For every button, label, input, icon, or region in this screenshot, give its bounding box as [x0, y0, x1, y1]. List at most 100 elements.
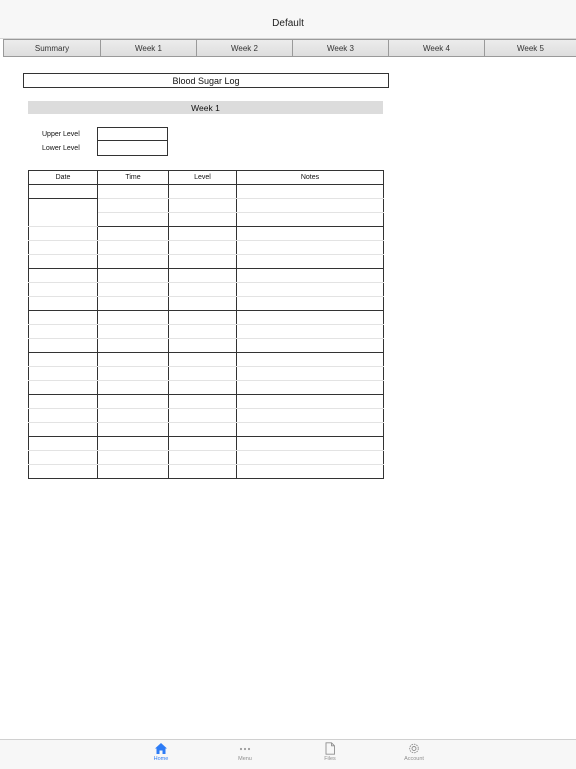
date-cell[interactable]	[28, 422, 98, 437]
date-cell[interactable]	[28, 380, 98, 395]
level-cell[interactable]	[168, 366, 237, 381]
date-cell[interactable]	[28, 338, 98, 353]
tab-week-4[interactable]: Week 4	[388, 40, 484, 56]
time-cell[interactable]	[97, 310, 169, 325]
tab-summary[interactable]: Summary	[3, 40, 100, 56]
level-cell[interactable]	[168, 324, 237, 339]
time-cell[interactable]	[97, 296, 169, 311]
time-cell[interactable]	[97, 198, 169, 213]
level-cell[interactable]	[168, 184, 237, 199]
time-cell[interactable]	[97, 464, 169, 479]
notes-cell[interactable]	[236, 184, 384, 199]
tabbar-files[interactable]: Files	[305, 742, 355, 768]
level-cell[interactable]	[168, 422, 237, 437]
date-cell[interactable]	[28, 450, 98, 465]
notes-cell[interactable]	[236, 352, 384, 367]
time-cell[interactable]	[97, 212, 169, 227]
notes-cell[interactable]	[236, 408, 384, 423]
level-cell[interactable]	[168, 450, 237, 465]
time-cell[interactable]	[97, 366, 169, 381]
notes-cell[interactable]	[236, 436, 384, 451]
notes-cell[interactable]	[236, 324, 384, 339]
notes-cell[interactable]	[236, 366, 384, 381]
week-header-cell[interactable]: Week 1	[28, 101, 383, 114]
tabbar-menu[interactable]: Menu	[220, 742, 270, 768]
tabbar-home[interactable]: Home	[136, 742, 186, 768]
column-header-level: Level	[168, 170, 237, 185]
tabbar-account[interactable]: Account	[389, 742, 439, 768]
notes-cell[interactable]	[236, 212, 384, 227]
navigation-bar: Default	[0, 0, 576, 39]
lower-level-input[interactable]	[97, 140, 168, 156]
notes-cell[interactable]	[236, 198, 384, 213]
level-cell[interactable]	[168, 240, 237, 255]
notes-cell[interactable]	[236, 464, 384, 479]
level-cell[interactable]	[168, 198, 237, 213]
date-cell[interactable]	[28, 240, 98, 255]
tab-week-5[interactable]: Week 5	[484, 40, 576, 56]
time-cell[interactable]	[97, 436, 169, 451]
tab-week-2[interactable]: Week 2	[196, 40, 292, 56]
notes-cell[interactable]	[236, 380, 384, 395]
time-cell[interactable]	[97, 408, 169, 423]
level-cell[interactable]	[168, 380, 237, 395]
tab-week-1[interactable]: Week 1	[100, 40, 196, 56]
time-cell[interactable]	[97, 268, 169, 283]
level-cell[interactable]	[168, 254, 237, 269]
time-cell[interactable]	[97, 226, 169, 241]
date-cell[interactable]	[28, 324, 98, 339]
notes-cell[interactable]	[236, 394, 384, 409]
date-cell[interactable]	[28, 310, 98, 325]
date-cell[interactable]	[28, 366, 98, 381]
notes-cell[interactable]	[236, 296, 384, 311]
notes-cell[interactable]	[236, 338, 384, 353]
notes-cell[interactable]	[236, 282, 384, 297]
time-cell[interactable]	[97, 450, 169, 465]
level-cell[interactable]	[168, 282, 237, 297]
date-cell[interactable]	[28, 268, 98, 283]
time-cell[interactable]	[97, 394, 169, 409]
notes-cell[interactable]	[236, 310, 384, 325]
date-cell[interactable]	[28, 464, 98, 479]
date-cell[interactable]	[28, 394, 98, 409]
time-cell[interactable]	[97, 184, 169, 199]
level-cell[interactable]	[168, 436, 237, 451]
level-cell[interactable]	[168, 226, 237, 241]
level-cell[interactable]	[168, 268, 237, 283]
time-cell[interactable]	[97, 422, 169, 437]
level-cell[interactable]	[168, 394, 237, 409]
notes-cell[interactable]	[236, 450, 384, 465]
time-cell[interactable]	[97, 380, 169, 395]
upper-level-input[interactable]	[97, 127, 168, 141]
level-cell[interactable]	[168, 352, 237, 367]
level-cell[interactable]	[168, 310, 237, 325]
level-cell[interactable]	[168, 212, 237, 227]
level-cell[interactable]	[168, 296, 237, 311]
date-cell[interactable]	[28, 352, 98, 367]
time-cell[interactable]	[97, 240, 169, 255]
time-cell[interactable]	[97, 352, 169, 367]
time-cell[interactable]	[97, 282, 169, 297]
sheet-title-cell[interactable]: Blood Sugar Log	[23, 73, 389, 88]
date-cell[interactable]	[28, 408, 98, 423]
notes-cell[interactable]	[236, 268, 384, 283]
time-cell[interactable]	[97, 324, 169, 339]
date-cell[interactable]	[28, 296, 98, 311]
notes-cell[interactable]	[236, 422, 384, 437]
level-cell[interactable]	[168, 408, 237, 423]
time-cell[interactable]	[97, 254, 169, 269]
notes-cell[interactable]	[236, 240, 384, 255]
time-cell[interactable]	[97, 338, 169, 353]
date-cell[interactable]	[28, 254, 98, 269]
level-cell[interactable]	[168, 338, 237, 353]
level-cell[interactable]	[168, 464, 237, 479]
date-cell[interactable]	[28, 198, 98, 227]
notes-cell[interactable]	[236, 226, 384, 241]
date-cell[interactable]	[28, 184, 98, 199]
date-cell[interactable]	[28, 282, 98, 297]
date-cell[interactable]	[28, 436, 98, 451]
table-row	[28, 352, 384, 367]
notes-cell[interactable]	[236, 254, 384, 269]
date-cell[interactable]	[28, 226, 98, 241]
tab-week-3[interactable]: Week 3	[292, 40, 388, 56]
